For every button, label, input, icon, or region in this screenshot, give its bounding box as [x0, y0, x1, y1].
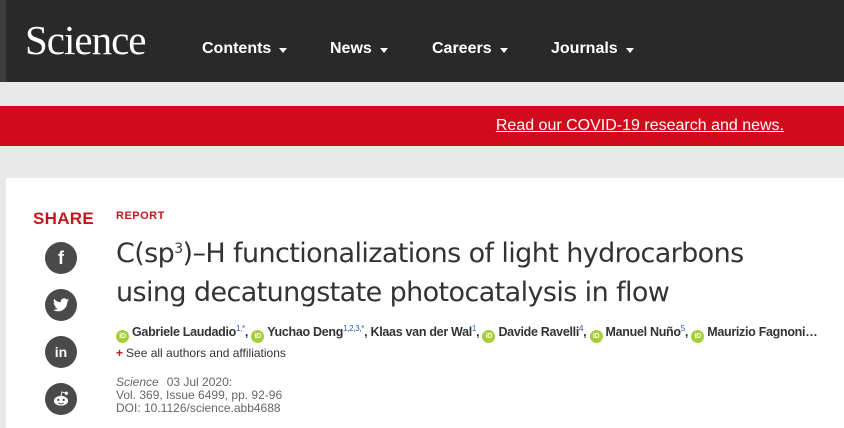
author-name[interactable]: Gabriele Laudadio: [132, 325, 236, 339]
orcid-icon[interactable]: iD: [116, 330, 129, 344]
facebook-share-button[interactable]: f: [45, 242, 77, 274]
twitter-share-button[interactable]: [45, 289, 77, 321]
author-list: iD Gabriele Laudadio1,*, iD Yuchao Deng1,2…: [116, 324, 826, 344]
orcid-icon[interactable]: iD: [251, 330, 265, 344]
share-heading: SHARE: [33, 209, 95, 228]
publication-date: 03 Jul 2020:: [166, 375, 233, 389]
article-card: SHARE f in REPORT C(sp3)–H functionaliza…: [6, 178, 844, 428]
nav-news-label: News: [330, 40, 372, 57]
author-name[interactable]: Manuel Nuño: [606, 325, 681, 339]
author-name[interactable]: Maurizio Fagnoni…: [707, 325, 817, 339]
chevron-down-icon: [279, 47, 288, 53]
author-affiliation[interactable]: 1,2,3,*: [343, 324, 364, 333]
journal-name: Science: [116, 375, 159, 389]
author-name[interactable]: Klaas van der Wal: [370, 325, 472, 339]
nav-news[interactable]: News: [330, 39, 388, 59]
chevron-down-icon: [379, 47, 388, 53]
chevron-down-icon: [625, 47, 634, 53]
see-all-authors-link[interactable]: + See all authors and affiliations: [116, 346, 286, 360]
article-type-label: REPORT: [116, 210, 165, 222]
topbar-edge: [0, 0, 6, 82]
reddit-share-button[interactable]: [45, 383, 77, 415]
author-name[interactable]: Yuchao Deng: [267, 325, 343, 339]
orcid-icon[interactable]: iD: [482, 330, 496, 344]
science-logo[interactable]: Science: [25, 18, 146, 62]
orcid-icon[interactable]: iD: [589, 330, 603, 344]
chevron-down-icon: [499, 47, 508, 53]
title-superscript: 3: [174, 241, 183, 257]
author-name[interactable]: Davide Ravelli: [498, 325, 579, 339]
plus-icon: +: [116, 346, 124, 360]
covid-banner: Read our COVID-19 research and news.: [0, 106, 844, 146]
see-all-label: See all authors and affiliations: [126, 346, 286, 360]
spacer: [0, 82, 844, 106]
covid-link[interactable]: Read our COVID-19 research and news.: [496, 117, 784, 135]
title-part-1: C(sp: [116, 238, 175, 269]
nav-careers-label: Careers: [432, 40, 492, 57]
nav-contents-label: Contents: [202, 40, 272, 57]
nav-careers[interactable]: Careers: [432, 39, 508, 59]
twitter-icon: [53, 298, 69, 312]
author-separator: ,: [583, 325, 590, 340]
linkedin-share-button[interactable]: in: [45, 336, 77, 368]
doi-line[interactable]: DOI: 10.1126/science.abb4688: [116, 402, 282, 415]
top-navigation-bar: Science Contents News Careers Journals: [0, 0, 844, 82]
nav-journals-label: Journals: [551, 40, 618, 57]
reddit-icon: [53, 391, 69, 406]
citation-info: Science 03 Jul 2020: Vol. 369, Issue 6499…: [116, 376, 282, 415]
facebook-icon: f: [58, 247, 64, 268]
linkedin-icon: in: [54, 344, 68, 360]
nav-journals[interactable]: Journals: [551, 39, 634, 59]
author-affiliation[interactable]: 1,*: [236, 324, 245, 333]
article-title: C(sp3)–H functionalizations of light hyd…: [116, 230, 816, 312]
nav-contents[interactable]: Contents: [202, 39, 288, 59]
title-part-2: )–H functionalizations of light hydrocar…: [116, 238, 744, 308]
orcid-icon[interactable]: iD: [691, 330, 705, 344]
